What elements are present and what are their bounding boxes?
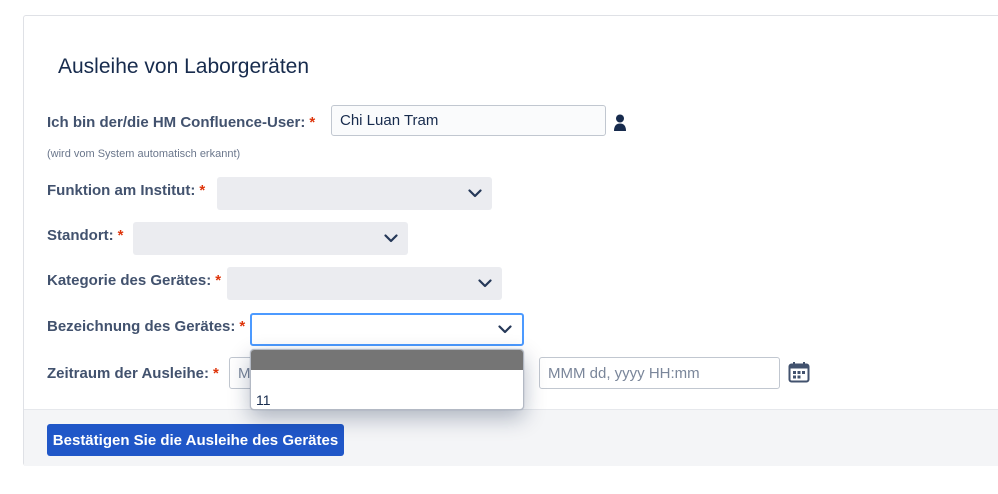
device-name-dropdown: 11 xyxy=(250,349,524,410)
category-select[interactable] xyxy=(227,267,502,300)
device-name-label: Bezeichnung des Gerätes: * xyxy=(47,318,245,335)
chevron-down-icon xyxy=(478,279,492,288)
location-label-text: Standort: xyxy=(47,227,114,244)
form-title: Ausleihe von Laborgeräten xyxy=(58,55,310,78)
category-label-text: Kategorie des Gerätes: xyxy=(47,272,212,289)
required-marker: * xyxy=(117,227,124,244)
dropdown-option[interactable]: 11 xyxy=(256,392,271,408)
chevron-down-icon xyxy=(498,325,512,334)
user-label-text: Ich bin der/die HM Confluence-User: xyxy=(47,114,306,131)
confirm-loan-button[interactable]: Bestätigen Sie die Ausleihe des Gerätes xyxy=(47,424,344,456)
period-end-placeholder: MMM dd, yyyy HH:mm xyxy=(548,364,700,382)
function-label: Funktion am Institut: * xyxy=(47,182,205,199)
required-marker: * xyxy=(199,182,206,199)
user-hint: (wird vom System automatisch erkannt) xyxy=(47,148,241,160)
function-select[interactable] xyxy=(217,177,492,210)
user-label: Ich bin der/die HM Confluence-User: * xyxy=(47,114,315,131)
function-label-text: Funktion am Institut: xyxy=(47,182,196,199)
user-field-value: Chi Luan Tram xyxy=(340,112,439,129)
user-field[interactable]: Chi Luan Tram xyxy=(331,105,606,136)
required-marker: * xyxy=(309,114,316,131)
category-label: Kategorie des Gerätes: * xyxy=(47,272,221,289)
required-marker: * xyxy=(215,272,222,289)
required-marker: * xyxy=(239,318,246,335)
location-select[interactable] xyxy=(133,222,408,255)
required-marker: * xyxy=(212,365,219,382)
device-name-select[interactable] xyxy=(250,313,524,346)
period-end-input[interactable]: MMM dd, yyyy HH:mm xyxy=(539,357,780,389)
calendar-icon[interactable] xyxy=(788,361,810,383)
chevron-down-icon xyxy=(468,189,482,198)
period-start-placeholder: M xyxy=(238,364,251,382)
dropdown-option-empty[interactable] xyxy=(251,350,523,370)
period-label: Zeitraum der Ausleihe: * xyxy=(47,365,219,382)
user-icon xyxy=(614,114,626,131)
period-label-text: Zeitraum der Ausleihe: xyxy=(47,365,209,382)
location-label: Standort: * xyxy=(47,227,124,244)
device-name-label-text: Bezeichnung des Gerätes: xyxy=(47,318,236,335)
chevron-down-icon xyxy=(384,234,398,243)
